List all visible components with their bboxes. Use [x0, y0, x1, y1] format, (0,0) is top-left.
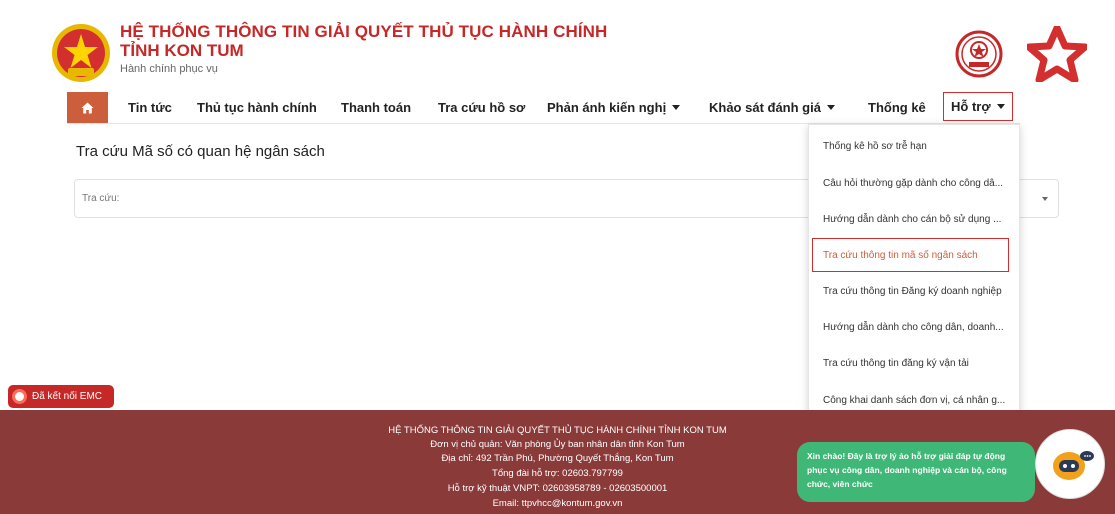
site-subtitle: Hành chính phục vụ [120, 63, 218, 75]
menu-item-cau-hoi-thuong-gap[interactable]: Câu hỏi thường gặp dành cho công dâ... [809, 166, 1021, 202]
nav-label: Tin tức [128, 100, 172, 115]
menu-item-label: Hướng dẫn dành cho công dân, doanh... [823, 322, 1004, 333]
nav-tin-tuc[interactable]: Tin tức [128, 92, 172, 123]
kon-tum-seal-icon [955, 30, 1003, 78]
nav-label: Thống kê [868, 100, 926, 115]
nav-label: Thanh toán [341, 100, 412, 115]
nav-tra-cuu-ho-so[interactable]: Tra cứu hồ sơ [438, 92, 525, 123]
nav-label: Phản ánh kiến nghị [547, 100, 667, 115]
menu-item-label: Tra cứu thông tin đăng ký vận tải [823, 358, 969, 369]
menu-item-label: Tra cứu thông tin Đăng ký doanh nghiệp [823, 286, 1002, 297]
ho-tro-dropdown-menu: Thống kê hồ sơ trễ hạn Câu hỏi thường gặ… [808, 124, 1020, 425]
menu-item-label: Công khai danh sách đơn vị, cá nhân g... [823, 395, 1006, 406]
nav-khao-sat-danh-gia[interactable]: Khảo sát đánh giá [709, 92, 835, 123]
home-button[interactable] [67, 92, 108, 123]
chatbot-greeting-bubble[interactable]: Xin chào! Đây là trợ lý ảo hỗ trợ giải đ… [797, 442, 1035, 502]
chatbot-message: Xin chào! Đây là trợ lý ảo hỗ trợ giải đ… [807, 451, 1007, 489]
nav-phan-anh-kien-nghi[interactable]: Phản ánh kiến nghị [547, 92, 681, 123]
star-logo-icon [1027, 26, 1087, 82]
emc-status-icon [12, 389, 27, 404]
site-title-line2[interactable]: TỈNH KON TUM [120, 41, 244, 61]
national-emblem-icon[interactable] [50, 22, 112, 84]
emc-label: Đã kết nối EMC [32, 391, 103, 402]
chevron-down-icon [826, 105, 835, 111]
nav-label: Hỗ trợ [951, 99, 991, 114]
chevron-down-icon[interactable] [1042, 197, 1048, 201]
nav-thong-ke[interactable]: Thống kê [868, 92, 926, 123]
menu-item-label: Hướng dẫn dành cho cán bộ sử dụng ... [823, 214, 1002, 225]
menu-item-tra-cuu-van-tai[interactable]: Tra cứu thông tin đăng ký vận tải [809, 346, 1021, 382]
chatbot-launcher[interactable] [1035, 429, 1105, 499]
page: HỆ THỐNG THÔNG TIN GIẢI QUYẾT THỦ TỤC HÀ… [0, 0, 1115, 514]
chevron-down-icon [672, 105, 681, 111]
nav-label: Tra cứu hồ sơ [438, 100, 526, 115]
chatbot-robot-icon [1053, 451, 1094, 480]
menu-item-label: Thống kê hồ sơ trễ hạn [823, 141, 927, 152]
chevron-down-icon [996, 104, 1005, 110]
search-placeholder: Tra cứu: [82, 193, 120, 204]
menu-item-huong-dan-cong-dan[interactable]: Hướng dẫn dành cho công dân, doanh... [809, 310, 1021, 346]
main-nav: Tin tức Thủ tục hành chính Thanh toán Tr… [67, 92, 1020, 124]
page-title: Tra cứu Mã số có quan hệ ngân sách [76, 143, 325, 160]
selected-item-highlight [812, 238, 1009, 272]
emc-badge[interactable]: Đã kết nối EMC [8, 385, 114, 408]
menu-item-tra-cuu-dang-ky-doanh-nghiep[interactable]: Tra cứu thông tin Đăng ký doanh nghiệp [809, 274, 1021, 310]
home-icon [81, 102, 94, 113]
menu-item-label: Câu hỏi thường gặp dành cho công dâ... [823, 178, 1004, 189]
nav-ho-tro[interactable]: Hỗ trợ [943, 92, 1013, 121]
menu-item-huong-dan-can-bo[interactable]: Hướng dẫn dành cho cán bộ sử dụng ... [809, 202, 1021, 238]
menu-item-thong-ke-ho-so-tre-han[interactable]: Thống kê hồ sơ trễ hạn [809, 129, 1021, 165]
footer-text: HỆ THỐNG THÔNG TIN GIẢI QUYẾT THỦ TỤC HÀ… [388, 425, 727, 436]
nav-thanh-toan[interactable]: Thanh toán [341, 92, 411, 123]
site-header: HỆ THỐNG THÔNG TIN GIẢI QUYẾT THỦ TỤC HÀ… [0, 0, 1115, 92]
nav-label: Khảo sát đánh giá [709, 100, 821, 115]
nav-thu-tuc-hanh-chinh[interactable]: Thủ tục hành chính [197, 92, 317, 123]
nav-label: Thủ tục hành chính [197, 100, 317, 115]
footer-line: HỆ THỐNG THÔNG TIN GIẢI QUYẾT THỦ TỤC HÀ… [0, 425, 1115, 436]
site-title-line1[interactable]: HỆ THỐNG THÔNG TIN GIẢI QUYẾT THỦ TỤC HÀ… [120, 22, 607, 42]
